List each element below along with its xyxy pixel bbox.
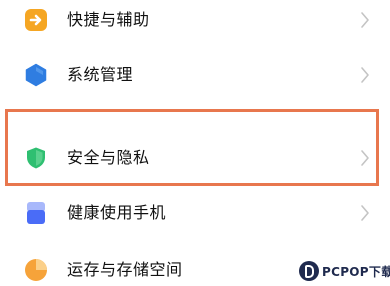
chevron-right-icon [360, 149, 370, 167]
chevron-right-icon [360, 66, 370, 84]
watermark-text: PCPOP下载 [322, 264, 390, 279]
chevron-right-icon [360, 204, 370, 222]
system-hexagon-icon [24, 63, 48, 87]
chevron-right-icon [360, 11, 370, 29]
settings-item-health-usage[interactable]: 健康使用手机 [0, 193, 390, 233]
settings-item-shortcuts[interactable]: 快捷与辅助 [0, 0, 390, 40]
storage-pie-icon [24, 258, 48, 282]
shortcut-arrow-icon [24, 8, 48, 32]
settings-screen: 快捷与辅助 系统管理 安全与隐私 健康使用手机 运存与存储空间 PCPOP下载 [0, 0, 390, 286]
settings-item-label: 运存与存储空间 [67, 260, 183, 279]
settings-item-label: 系统管理 [67, 65, 134, 84]
settings-item-security-privacy[interactable]: 安全与隐私 [0, 138, 390, 178]
settings-item-label: 安全与隐私 [67, 148, 150, 167]
settings-item-system[interactable]: 系统管理 [0, 55, 390, 95]
pcpop-logo-icon [299, 261, 319, 281]
health-phone-icon [24, 201, 48, 225]
pcpop-watermark: PCPOP下载 [299, 259, 390, 283]
security-shield-icon [24, 146, 48, 170]
settings-item-label: 健康使用手机 [67, 203, 167, 222]
settings-item-label: 快捷与辅助 [67, 10, 150, 29]
